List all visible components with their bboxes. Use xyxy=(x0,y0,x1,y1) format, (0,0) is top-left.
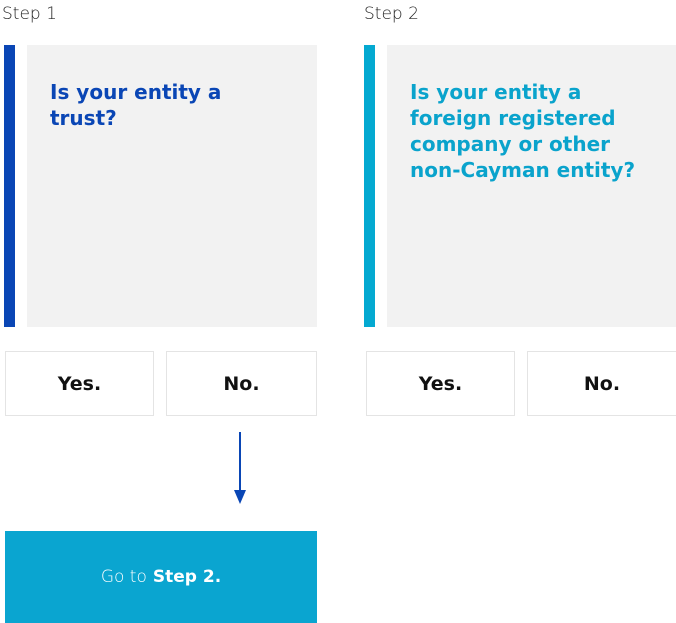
arrow-down-icon xyxy=(234,432,246,504)
go-to-step-2-button[interactable]: Go to Step 2. xyxy=(5,531,317,623)
go-to-target: Step 2. xyxy=(152,567,222,587)
step-2-no-button[interactable]: No. xyxy=(527,351,676,416)
step-1-yes-button[interactable]: Yes. xyxy=(5,351,154,416)
step-1-question: Is your entity a trust? xyxy=(50,80,222,130)
step-1-accent-bar xyxy=(4,45,15,327)
step-1-no-button[interactable]: No. xyxy=(166,351,317,416)
go-to-prefix: Go to xyxy=(100,567,147,587)
step-2-label: Step 2 xyxy=(364,4,419,24)
step-2-question: Is your entity a foreign registered comp… xyxy=(410,80,636,182)
step-2-accent-bar xyxy=(364,45,375,327)
step-1-label: Step 1 xyxy=(2,4,57,24)
step-2-yes-button[interactable]: Yes. xyxy=(366,351,515,416)
